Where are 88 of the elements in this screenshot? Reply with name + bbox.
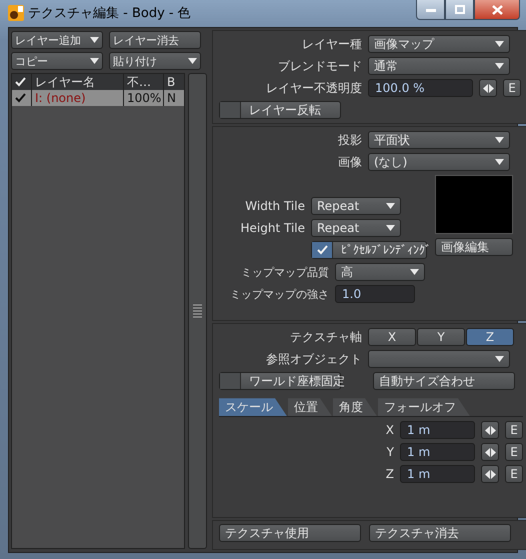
close-icon xyxy=(492,4,502,14)
dropdown[interactable] xyxy=(368,350,510,368)
slider-arrows-button[interactable] xyxy=(481,465,499,484)
input-field[interactable]: 1 m xyxy=(400,465,475,484)
field-label: ミップマップ品質 xyxy=(240,264,329,280)
dropdown[interactable]: 画像マップ xyxy=(368,35,510,53)
layer-button[interactable]: コピー xyxy=(11,52,103,70)
field-label: 参照オブジェクト xyxy=(265,350,362,368)
caret-icon xyxy=(495,356,504,362)
app-icon xyxy=(8,5,24,21)
envelope-button[interactable]: E xyxy=(505,443,523,462)
envelope-button[interactable]: E xyxy=(505,465,523,484)
envelope-button[interactable]: E xyxy=(505,421,523,440)
axis-button[interactable]: X xyxy=(368,328,416,346)
checkmark-icon xyxy=(15,93,26,103)
arrows-icon xyxy=(484,470,496,479)
caret-icon xyxy=(495,41,504,47)
checkmark-icon xyxy=(15,77,26,87)
checkbox[interactable] xyxy=(220,102,241,118)
scrollbar[interactable] xyxy=(188,73,207,549)
dropdown[interactable]: 平面状 xyxy=(368,131,510,150)
slider-arrows-button[interactable] xyxy=(479,79,497,97)
maximize-icon xyxy=(454,5,464,14)
input-field[interactable]: 1 m xyxy=(400,443,475,462)
field-label: ミップマップの強さ xyxy=(229,286,329,302)
table-cell: 100% xyxy=(124,90,164,106)
input-field[interactable]: 1.0 xyxy=(335,285,415,304)
auto-size-button[interactable]: 自動サイズ合わせ xyxy=(373,372,515,390)
field-label: レイヤー不透明度 xyxy=(265,80,362,96)
tab[interactable]: フォールオフ xyxy=(378,398,470,416)
slider-arrows-button[interactable] xyxy=(481,421,499,440)
close-button[interactable] xyxy=(474,0,520,20)
axis-label: Z xyxy=(384,467,394,482)
caret-icon xyxy=(386,225,395,232)
table-cell: I: (none) xyxy=(32,90,124,106)
tab[interactable]: 位置 xyxy=(288,398,332,416)
layer-button[interactable]: レイヤー消去 xyxy=(109,31,201,49)
grip-icon xyxy=(193,304,202,318)
footer-button[interactable]: テクスチャ消去 xyxy=(369,524,511,542)
caret-icon xyxy=(90,58,99,64)
minimize-button[interactable] xyxy=(416,0,445,20)
checkmark-icon xyxy=(316,245,328,256)
layer-button[interactable]: 貼り付け xyxy=(109,52,201,70)
layer-row[interactable]: I: (none) 100% N xyxy=(12,90,184,106)
field-label: 投影 xyxy=(337,132,362,149)
column-header: B xyxy=(166,74,176,90)
field-label: レイヤー種 xyxy=(301,36,362,52)
dropdown[interactable]: 通常 xyxy=(368,57,510,75)
table-cell-text: N xyxy=(166,90,177,106)
dropdown[interactable]: 高 xyxy=(335,263,425,282)
caret-icon xyxy=(386,203,395,210)
caret-icon xyxy=(495,63,504,69)
field-label: ブレンドモード xyxy=(277,58,362,74)
maximize-button[interactable] xyxy=(445,0,474,20)
input-field[interactable]: 1 m xyxy=(400,421,475,440)
window-title: テクスチャ編集 - Body - 色 xyxy=(28,5,191,22)
axis-label: X xyxy=(384,423,394,438)
invert-toggle[interactable]: レイヤー反転 xyxy=(219,101,341,119)
pixel-blending-toggle[interactable]: ﾋﾟｸｾﾙﾌﾞﾚﾝﾃﾞｨﾝｸﾞ xyxy=(311,241,427,260)
footer-button[interactable]: テクスチャ使用 xyxy=(219,524,361,542)
axis-label: Y xyxy=(386,445,394,460)
dropdown[interactable]: Repeat xyxy=(311,219,401,238)
slider-arrows-button[interactable] xyxy=(481,443,499,462)
dropdown[interactable]: (なし) xyxy=(368,153,510,172)
tab[interactable]: スケール xyxy=(219,398,287,416)
caret-icon xyxy=(495,159,504,166)
axis-button[interactable]: Z xyxy=(466,328,514,346)
caret-icon xyxy=(188,58,197,64)
input-field[interactable]: 100.0 % xyxy=(368,79,473,97)
field-label: テクスチャ軸 xyxy=(289,328,362,346)
minimize-icon xyxy=(426,8,436,12)
dropdown[interactable]: Repeat xyxy=(311,197,401,216)
arrows-icon xyxy=(484,448,496,457)
envelope-button[interactable]: E xyxy=(503,79,521,97)
field-label: Width Tile xyxy=(244,199,305,214)
field-label: Height Tile xyxy=(240,221,305,236)
caret-icon xyxy=(410,269,419,276)
caret-icon xyxy=(90,37,99,43)
arrows-icon xyxy=(484,426,496,435)
field-label: 画像 xyxy=(337,154,362,171)
caret-icon xyxy=(495,137,504,144)
checkbox[interactable] xyxy=(220,373,241,390)
arrows-icon xyxy=(482,84,494,92)
tab[interactable]: 角度 xyxy=(333,398,377,416)
axis-button[interactable]: Y xyxy=(417,328,465,346)
edit-image-button[interactable]: 画像編集 xyxy=(435,238,513,256)
layer-button[interactable]: レイヤー追加 xyxy=(11,31,103,49)
checkbox[interactable] xyxy=(312,242,333,258)
